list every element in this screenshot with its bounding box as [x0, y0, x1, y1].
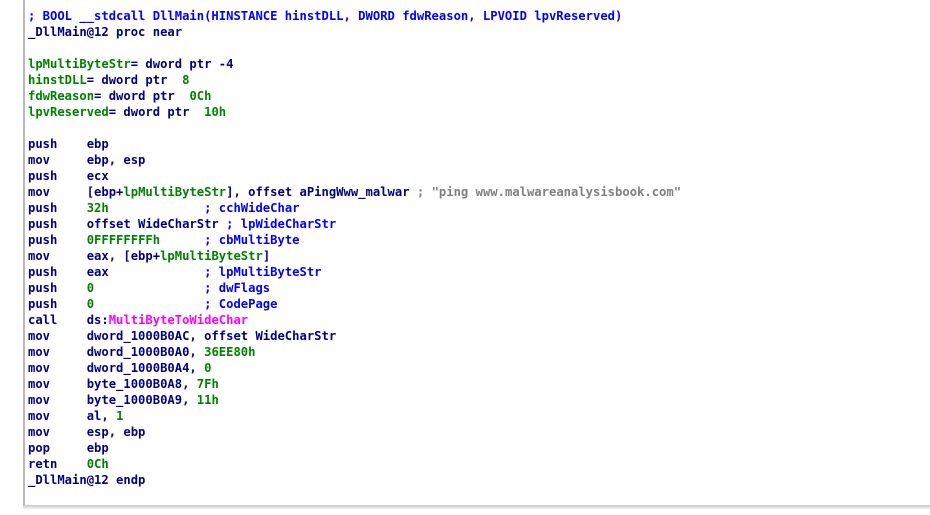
code-text: ], offset aPingWww_malwar: [226, 185, 417, 199]
import-name[interactable]: MultiByteToWideChar: [109, 313, 248, 327]
code-line[interactable]: mov byte_1000B0A9, 11h: [28, 392, 681, 408]
code-line[interactable]: ; BOOL __stdcall DllMain(HINSTANCE hinst…: [28, 8, 681, 24]
code-line[interactable]: _DllMain@12 endp: [28, 472, 681, 488]
code-text: mov eax, [ebp+: [28, 249, 161, 263]
numeric-operand: 10h: [204, 105, 227, 119]
code-line[interactable]: push ecx: [28, 168, 681, 184]
numeric-operand: 0: [86, 297, 95, 311]
code-text: mov dword_1000B0AC, offset WideCharStr: [28, 329, 337, 343]
code-line[interactable]: push eax ; lpMultiByteStr: [28, 264, 681, 280]
code-text: mov esp, ebp: [28, 425, 146, 439]
code-line[interactable]: hinstDLL= dword ptr 8: [28, 72, 681, 88]
code-text: push: [28, 201, 87, 215]
code-listing[interactable]: ; BOOL __stdcall DllMain(HINSTANCE hinst…: [28, 8, 681, 488]
code-line[interactable]: push 0FFFFFFFFh ; cbMultiByte: [28, 232, 681, 248]
variable-name[interactable]: lpMultiByteStr: [123, 185, 226, 199]
string-comment: ; "ping www.malwareanalysisbook.com": [416, 185, 682, 199]
code-line[interactable]: mov [ebp+lpMultiByteStr], offset aPingWw…: [28, 184, 681, 200]
variable-name[interactable]: fdwReason: [28, 89, 94, 103]
code-text: mov ebp, esp: [28, 153, 146, 167]
code-line[interactable]: push ebp: [28, 136, 681, 152]
code-line[interactable]: mov dword_1000B0AC, offset WideCharStr: [28, 328, 681, 344]
comment-text: ; lpMultiByteStr: [204, 265, 322, 279]
numeric-operand: 0Ch: [86, 457, 109, 471]
code-line[interactable]: lpMultiByteStr= dword ptr -4: [28, 56, 681, 72]
code-text: mov byte_1000B0A8,: [28, 377, 197, 391]
code-text: mov dword_1000B0A0,: [28, 345, 205, 359]
code-line[interactable]: [28, 120, 681, 136]
numeric-operand: 0: [204, 361, 212, 375]
code-text: push: [28, 297, 87, 311]
numeric-operand: 32h: [86, 201, 109, 215]
code-line[interactable]: mov dword_1000B0A4, 0: [28, 360, 681, 376]
code-text: = dword ptr -4: [130, 57, 234, 71]
code-line[interactable]: pop ebp: [28, 440, 681, 456]
code-line[interactable]: mov ebp, esp: [28, 152, 681, 168]
code-line[interactable]: lpvReserved= dword ptr 10h: [28, 104, 681, 120]
code-line[interactable]: _DllMain@12 proc near: [28, 24, 681, 40]
code-text: retn: [28, 457, 87, 471]
code-text: mov dword_1000B0A4,: [28, 361, 205, 375]
code-text: push: [28, 233, 87, 247]
numeric-operand: 11h: [196, 393, 219, 407]
code-text: _DllMain@12 endp: [28, 473, 146, 487]
code-text: = dword ptr: [108, 105, 205, 119]
comment-text: ; lpWideCharStr: [226, 217, 337, 231]
variable-name[interactable]: lpMultiByteStr: [28, 57, 131, 71]
code-text: push offset WideCharStr: [28, 217, 227, 231]
code-text: mov al,: [28, 409, 117, 423]
variable-name[interactable]: hinstDLL: [28, 73, 87, 87]
code-text: mov byte_1000B0A9,: [28, 393, 197, 407]
code-line[interactable]: push 32h ; cchWideChar: [28, 200, 681, 216]
comment-text: ; BOOL __stdcall DllMain(HINSTANCE hinst…: [28, 9, 623, 23]
code-line[interactable]: mov dword_1000B0A0, 36EE80h: [28, 344, 681, 360]
code-text: _DllMain@12 proc near: [28, 25, 183, 39]
code-line[interactable]: fdwReason= dword ptr 0Ch: [28, 88, 681, 104]
numeric-operand: 0FFFFFFFFh: [86, 233, 161, 247]
comment-text: ; cbMultiByte: [204, 233, 300, 247]
code-line[interactable]: mov byte_1000B0A8, 7Fh: [28, 376, 681, 392]
code-text: = dword ptr: [86, 73, 183, 87]
code-text: push ecx: [28, 169, 109, 183]
code-line[interactable]: push offset WideCharStr ; lpWideCharStr: [28, 216, 681, 232]
code-text: push eax: [28, 265, 205, 279]
code-line[interactable]: mov eax, [ebp+lpMultiByteStr]: [28, 248, 681, 264]
code-text: push ebp: [28, 137, 109, 151]
numeric-operand: 7Fh: [196, 377, 219, 391]
code-line[interactable]: [28, 40, 681, 56]
code-line[interactable]: push 0 ; dwFlags: [28, 280, 681, 296]
comment-text: ; cchWideChar: [204, 201, 300, 215]
numeric-operand: 36EE80h: [204, 345, 256, 359]
variable-name[interactable]: lpvReserved: [28, 105, 109, 119]
code-text: call ds:: [28, 313, 109, 327]
code-line[interactable]: mov esp, ebp: [28, 424, 681, 440]
numeric-operand: 8: [182, 73, 190, 87]
disassembly-view[interactable]: ; BOOL __stdcall DllMain(HINSTANCE hinst…: [0, 0, 930, 515]
code-text: mov [ebp+: [28, 185, 124, 199]
code-text: ]: [262, 249, 271, 263]
numeric-operand: 0Ch: [189, 89, 212, 103]
code-line[interactable]: mov al, 1: [28, 408, 681, 424]
comment-text: ; CodePage: [204, 297, 278, 311]
variable-name[interactable]: lpMultiByteStr: [160, 249, 263, 263]
numeric-operand: 0: [86, 281, 95, 295]
code-text: = dword ptr: [94, 89, 190, 103]
code-line[interactable]: retn 0Ch: [28, 456, 681, 472]
comment-text: ; dwFlags: [204, 281, 271, 295]
numeric-operand: 1: [116, 409, 124, 423]
code-line[interactable]: call ds:MultiByteToWideChar: [28, 312, 681, 328]
code-text: push: [28, 281, 87, 295]
code-text: pop ebp: [28, 441, 109, 455]
code-line[interactable]: push 0 ; CodePage: [28, 296, 681, 312]
